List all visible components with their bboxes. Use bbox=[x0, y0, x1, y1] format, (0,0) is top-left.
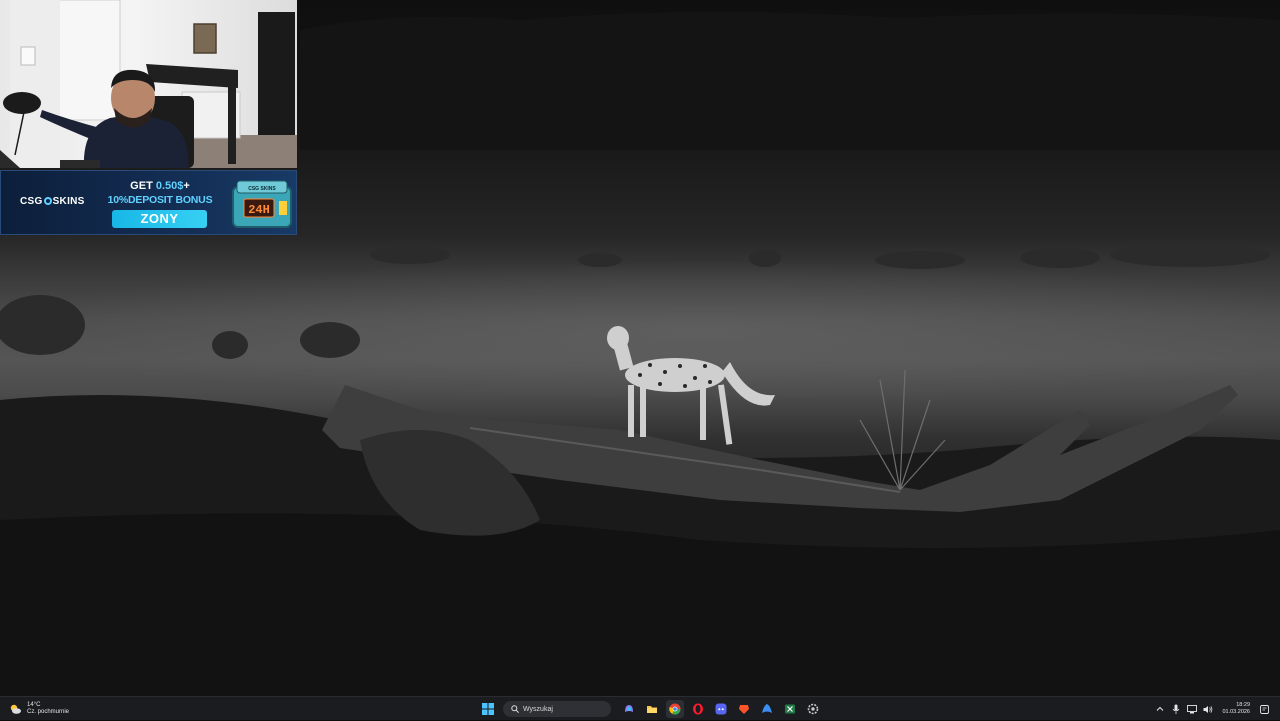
banner-brand-logo: CSG SKINS bbox=[20, 196, 85, 207]
opera-icon bbox=[692, 703, 703, 715]
taskbar-clock[interactable]: 18:29 01.03.2026 bbox=[1222, 702, 1250, 716]
weather-widget[interactable]: 14°C Cz. pochmurnie bbox=[8, 699, 69, 719]
taskbar-brave[interactable] bbox=[735, 700, 753, 718]
taskbar-discord[interactable] bbox=[712, 700, 730, 718]
streamer-webcam-feed bbox=[0, 0, 297, 168]
banner-promo-code[interactable]: ZONY bbox=[112, 210, 207, 228]
system-tray: 18:29 01.03.2026 bbox=[1152, 699, 1272, 719]
network-icon[interactable] bbox=[1186, 703, 1198, 715]
brave-icon bbox=[738, 705, 749, 714]
banner-logo-ring-icon bbox=[43, 197, 52, 205]
banner-case-label: 24H bbox=[248, 203, 270, 217]
taskbar-settings[interactable] bbox=[804, 700, 822, 718]
search-icon bbox=[511, 705, 519, 713]
copilot-icon bbox=[624, 705, 633, 712]
banner-headline: GET 0.50$+ bbox=[130, 180, 190, 192]
weather-description: Cz. pochmurnie bbox=[27, 709, 70, 715]
clock-date: 01.03.2026 bbox=[1222, 709, 1250, 715]
volume-icon[interactable] bbox=[1202, 703, 1214, 715]
file-explorer-icon bbox=[646, 706, 657, 713]
settings-icon bbox=[807, 703, 818, 715]
taskbar-chrome[interactable] bbox=[665, 700, 684, 718]
microphone-icon[interactable] bbox=[1170, 703, 1182, 715]
csgoskins-ad-banner[interactable]: CSG SKINS GET 0.50$+ 10%DEPOSIT BONUS ZON… bbox=[0, 170, 297, 235]
app-icon bbox=[761, 704, 772, 713]
clock-time: 18:29 bbox=[1236, 702, 1250, 708]
banner-case-brand: CSG SKINS bbox=[248, 186, 276, 192]
taskbar-excel[interactable] bbox=[781, 700, 799, 718]
webcam-overlay bbox=[0, 0, 297, 168]
search-placeholder: Wyszukaj bbox=[523, 705, 553, 713]
tray-chevron-up-icon[interactable] bbox=[1154, 703, 1166, 715]
excel-icon bbox=[784, 704, 795, 714]
taskbar-search-box[interactable]: Wyszukaj bbox=[503, 701, 611, 717]
weather-partly-cloudy-icon bbox=[8, 702, 22, 716]
taskbar-app[interactable] bbox=[758, 700, 776, 718]
weather-temperature: 14°C bbox=[27, 702, 41, 708]
taskbar-copilot[interactable] bbox=[620, 700, 638, 718]
banner-bonus-text: 10%DEPOSIT BONUS bbox=[107, 194, 213, 206]
windows-taskbar: 14°C Cz. pochmurnie Wyszukaj 18:29 01.03… bbox=[0, 696, 1280, 720]
taskbar-opera[interactable] bbox=[689, 700, 707, 718]
banner-case-image: CSG SKINS 24H bbox=[229, 179, 295, 231]
start-button[interactable] bbox=[479, 700, 497, 718]
discord-icon bbox=[715, 703, 726, 715]
start-icon bbox=[481, 703, 494, 715]
chrome-icon bbox=[668, 703, 681, 715]
notification-bell-icon[interactable] bbox=[1258, 703, 1270, 715]
taskbar-file-explorer[interactable] bbox=[643, 700, 661, 718]
